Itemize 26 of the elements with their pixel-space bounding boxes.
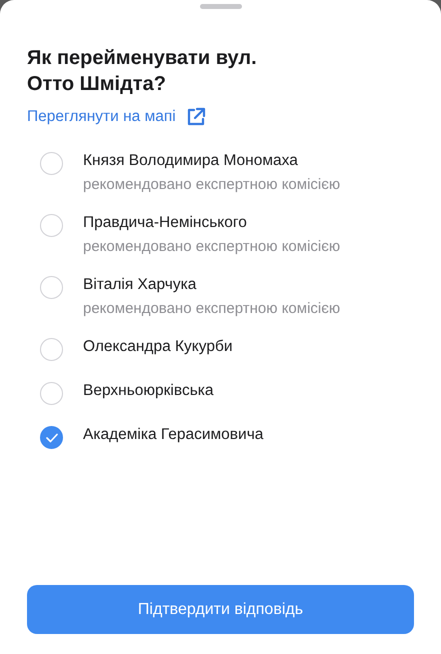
option-label: Олександра Кукурби bbox=[83, 337, 232, 357]
answer-option[interactable]: Князя Володимира Мономаха рекомендовано експертною комісією bbox=[27, 151, 414, 195]
sheet-handle[interactable] bbox=[200, 4, 242, 9]
option-note: рекомендовано експертною комісією bbox=[83, 299, 340, 319]
radio-button[interactable] bbox=[40, 152, 63, 175]
answer-option[interactable]: Верхньоюрківська bbox=[27, 381, 414, 405]
checkmark-icon bbox=[46, 432, 58, 442]
option-note: рекомендовано експертною комісією bbox=[83, 237, 340, 257]
option-label: Академіка Герасимовича bbox=[83, 425, 264, 445]
radio-button[interactable] bbox=[40, 338, 63, 361]
option-note: рекомендовано експертною комісією bbox=[83, 175, 340, 195]
option-label: Князя Володимира Мономаха bbox=[83, 151, 299, 171]
option-label: Правдича-Немінського bbox=[83, 213, 248, 233]
radio-button[interactable] bbox=[40, 214, 63, 237]
option-label: Верхньоюрківська bbox=[83, 381, 214, 401]
radio-button[interactable] bbox=[40, 276, 63, 299]
answer-option[interactable]: Академіка Герасимовича bbox=[27, 425, 414, 449]
answer-option[interactable]: Правдича-Немінського рекомендовано експертною комісією bbox=[27, 213, 414, 257]
map-link[interactable]: Переглянути на мапі bbox=[27, 107, 206, 127]
radio-button[interactable] bbox=[40, 426, 63, 449]
radio-button[interactable] bbox=[40, 382, 63, 405]
option-label: Віталія Харчука bbox=[83, 275, 198, 295]
question-title: Як перейменувати вул. Отто Шмідта? bbox=[27, 46, 258, 97]
answer-option[interactable]: Олександра Кукурби bbox=[27, 337, 414, 361]
external-link-icon bbox=[186, 107, 206, 127]
answer-option[interactable]: Віталія Харчука рекомендовано експертною комісією bbox=[27, 275, 414, 319]
